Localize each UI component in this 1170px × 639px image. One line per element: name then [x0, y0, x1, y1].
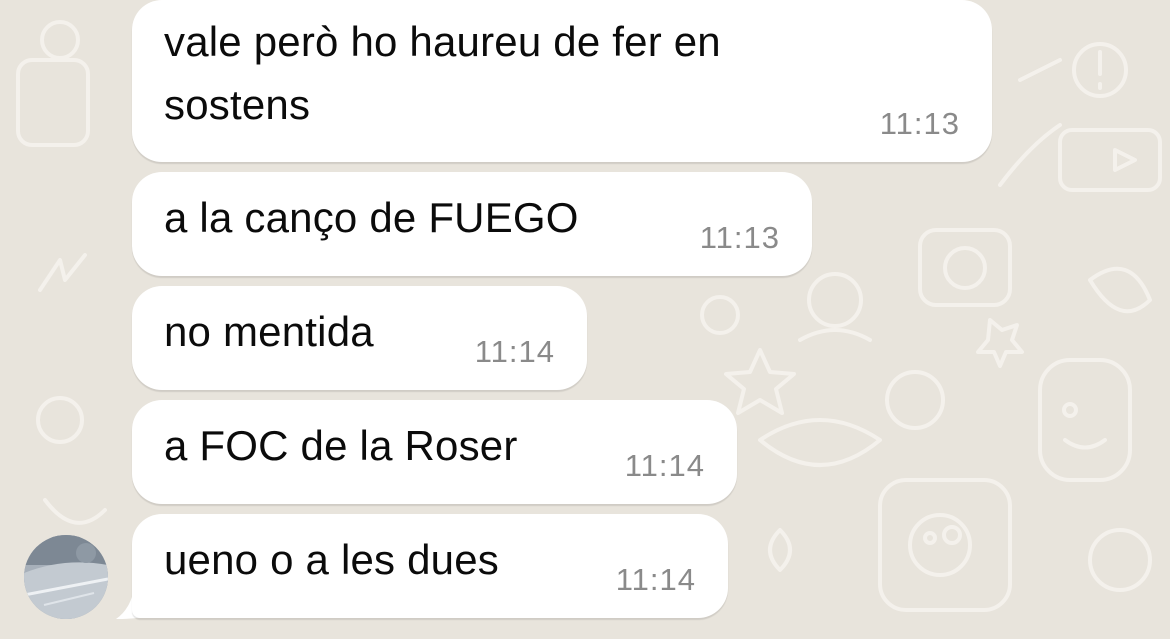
message-text: a FOC de la Roser [164, 422, 518, 469]
message-text: vale però ho haureu de fer en sostens [164, 18, 721, 128]
message-bubble[interactable]: no mentida 11:14 [132, 286, 587, 390]
avatar-photo [24, 535, 108, 619]
message-text: no mentida [164, 308, 374, 355]
message-bubble[interactable]: a la canço de FUEGO 11:13 [132, 172, 812, 276]
avatar[interactable] [24, 535, 108, 619]
message-timestamp: 11:14 [615, 562, 696, 597]
message-bubble[interactable]: a FOC de la Roser 11:14 [132, 400, 737, 504]
message-text: ueno o a les dues [164, 536, 499, 583]
message-bubble[interactable]: ueno o a les dues 11:14 [132, 514, 728, 618]
message-timestamp: 11:14 [474, 334, 555, 369]
message-timestamp: 11:13 [699, 220, 780, 255]
message-timestamp: 11:14 [624, 448, 705, 483]
message-bubble[interactable]: vale però ho haureu de fer en sostens 11… [132, 0, 992, 162]
message-text: a la canço de FUEGO [164, 194, 579, 241]
message-timestamp: 11:13 [879, 106, 960, 141]
